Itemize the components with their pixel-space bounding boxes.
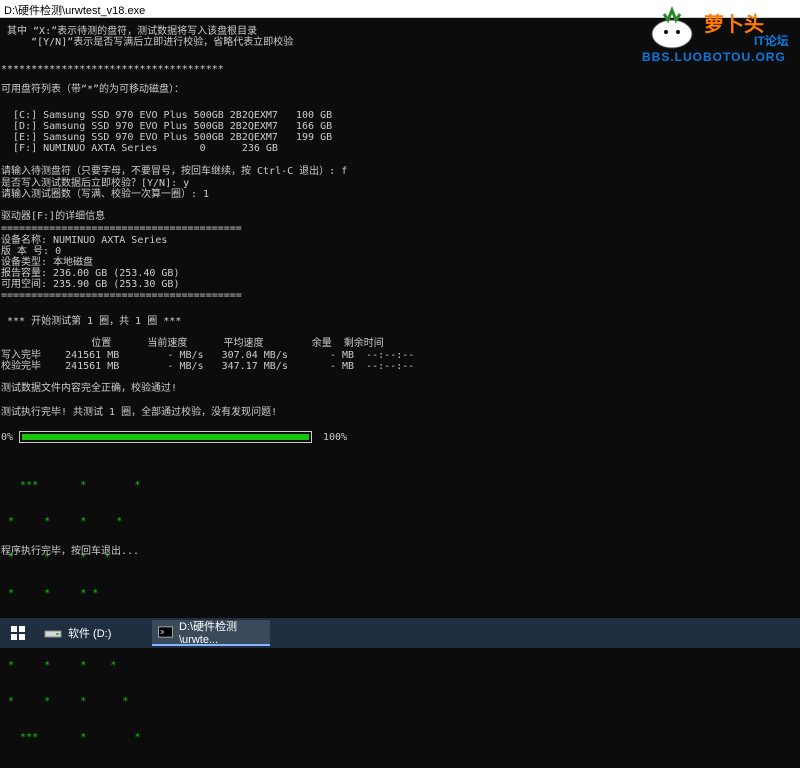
console-line: [F:] NUMINUO AXTA Series 0 236 GB [1,143,278,154]
console-line: 写入完毕 241561 MB - MB/s 307.04 MB/s - MB -… [1,350,415,361]
ok-art-line: * * * * [2,660,117,671]
console-line: 可用空间: 235.90 GB (253.30 GB) [1,279,180,290]
drive-icon [44,630,62,638]
console-line: [D:] Samsung SSD 970 EVO Plus 500GB 2B2Q… [1,121,333,132]
exit-prompt: 程序执行完毕，按回车退出... [1,546,140,557]
console-line: 测试执行完毕! 共测试 1 圈，全部通过校验，没有发现问题! [1,407,278,418]
console-line: 其中 “X:”表示待测的盘符，测试数据将写入该盘根目录 [1,26,258,37]
ok-art-line: *** * * [2,480,141,491]
console-line: ======================================== [1,223,242,234]
console-line: 请输入测试圈数（写满、校验一次算一圈）: 1 [1,189,210,200]
console-output[interactable]: 其中 “X:”表示待测的盘符，测试数据将写入该盘根目录 “[Y/N]”表示是否写… [0,18,800,743]
console-line: *** 开始测试第 1 圈，共 1 圈 *** [1,316,182,327]
ok-art-line: * * * * [2,588,99,599]
progress-start-label: 0% [1,432,14,443]
progress-fill [22,434,309,440]
console-line: ======================================== [1,290,242,301]
start-button[interactable] [0,620,36,646]
console-line: 请输入待测盘符（只要字母，不要冒号，按回车继续，按 Ctrl-C 退出）: f [1,166,348,177]
console-line: 报告容量: 236.00 GB (253.40 GB) [1,268,180,279]
taskbar-item-explorer[interactable]: 软件 (D:) [38,620,148,646]
watermark-url: BBS.LUOBOTOU.ORG [642,50,786,64]
ok-art-line: * * * * [2,516,123,527]
watermark-subtitle: IT论坛 [754,34,789,48]
progress-bar [19,431,312,443]
console-line: [E:] Samsung SSD 970 EVO Plus 500GB 2B2Q… [1,132,333,143]
console-line: ************************************* [1,64,224,75]
console-line: 是否写入测试数据后立即校验？[Y/N]: y [1,178,190,189]
windows-logo-icon [11,626,25,640]
progress-end-label: 100% [323,432,348,443]
radish-mascot-icon [651,5,693,49]
console-line: 版 本 号: 0 [1,246,62,257]
window-title: D:\硬件检测\urwtest_v18.exe [4,5,146,17]
console-line: 校验完毕 241561 MB - MB/s 347.17 MB/s - MB -… [1,361,415,372]
ok-art-line: * * * * [2,696,129,707]
taskbar: 软件 (D:) D:\硬件检测\urwte... [0,618,800,648]
console-line: 可用盘符列表（带“*”的为可移动磁盘）： [1,84,185,95]
console-line: 位置 当前速度 平均速度 余量 剩余时间 [1,338,384,349]
ok-art-line: *** * * [2,732,141,743]
watermark-logo: 萝卜头 IT论坛 BBS.LUOBOTOU.ORG [642,4,792,68]
taskbar-item-console[interactable]: D:\硬件检测\urwte... [152,620,270,646]
console-icon [158,626,173,638]
taskbar-item-label: 软件 (D:) [68,628,112,640]
ok-ascii-art: *** * * * * * * * * * * * * * * * * * * *… [2,456,140,768]
console-line: 测试数据文件内容完全正确，校验通过! [1,383,178,394]
console-line: [C:] Samsung SSD 970 EVO Plus 500GB 2B2Q… [1,110,333,121]
console-line: 设备类型: 本地磁盘 [1,257,94,268]
taskbar-item-label: D:\硬件检测\urwte... [178,621,238,646]
console-line: 设备名称: NUMINUO AXTA Series [1,235,168,246]
console-line: “[Y/N]”表示是否写满后立即进行校验，省略代表立即校验 [1,37,294,48]
console-line: 驱动器[F:]的详细信息 [1,211,106,222]
